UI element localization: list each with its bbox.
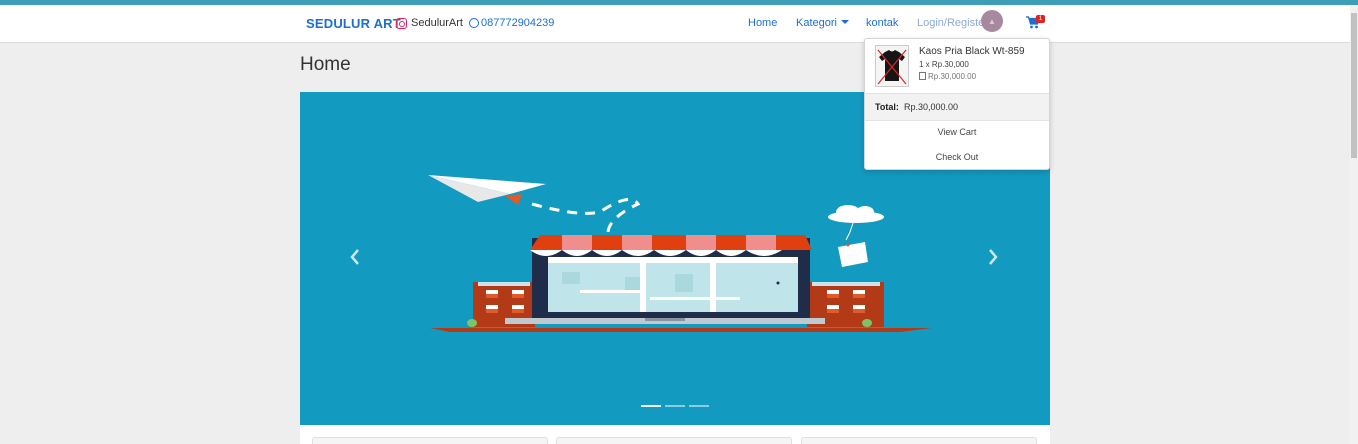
- brand-logo[interactable]: SEDULUR ART: [306, 16, 401, 31]
- cart-button[interactable]: 1: [1026, 15, 1045, 30]
- cart-item-thumbnail: [875, 45, 909, 87]
- whatsapp-icon[interactable]: [468, 18, 479, 28]
- cart-count-badge: 1: [1036, 15, 1045, 23]
- tshirt-icon: [877, 49, 907, 85]
- nav-login-register[interactable]: Login/Register: [917, 17, 988, 29]
- whatsapp-number[interactable]: 087772904239: [481, 17, 554, 29]
- social-links: SedulurArt 087772904239: [396, 17, 554, 29]
- cart-item[interactable]: Kaos Pria Black Wt-859 1 x Rp.30,000 Rp.…: [865, 39, 1049, 93]
- cart-total-label: Total:: [875, 102, 899, 112]
- nav-kontak[interactable]: kontak: [866, 17, 898, 29]
- cart-total-value: Rp.30,000.00: [904, 102, 959, 112]
- cart-item-name: Kaos Pria Black Wt-859: [919, 46, 1025, 57]
- carousel-next-button[interactable]: [986, 247, 1000, 267]
- nav-home[interactable]: Home: [748, 17, 777, 29]
- page-title: Home: [300, 54, 351, 75]
- avatar[interactable]: ▲: [981, 10, 1003, 32]
- product-card[interactable]: [312, 437, 548, 444]
- cart-item-price-value: Rp.30,000.00: [928, 72, 977, 81]
- nav-kategori[interactable]: Kategori: [796, 17, 849, 29]
- carousel-indicator-2[interactable]: [665, 405, 685, 407]
- cart-item-price: Rp.30,000.00: [919, 72, 976, 81]
- product-card[interactable]: [556, 437, 792, 444]
- chevron-down-icon: [840, 20, 849, 24]
- chevron-left-icon: [350, 249, 359, 265]
- calculator-icon: [919, 72, 926, 80]
- navbar: SEDULUR ART SedulurArt 087772904239 Home…: [0, 5, 1350, 43]
- cart-item-quantity: 1 x Rp.30,000: [919, 60, 969, 69]
- scrollbar-thumb[interactable]: [1351, 13, 1357, 158]
- chevron-right-icon: [989, 249, 998, 265]
- cart-dropdown: Kaos Pria Black Wt-859 1 x Rp.30,000 Rp.…: [864, 38, 1050, 170]
- view-cart-link[interactable]: View Cart: [865, 127, 1049, 137]
- nav-kategori-label: Kategori: [796, 17, 837, 29]
- page-scrollbar[interactable]: [1350, 5, 1358, 444]
- instagram-handle[interactable]: SedulurArt: [411, 17, 463, 29]
- product-card[interactable]: [801, 437, 1037, 444]
- check-out-link[interactable]: Check Out: [865, 152, 1049, 162]
- cart-total-row: Total: Rp.30,000.00: [865, 93, 1049, 121]
- carousel-indicator-3[interactable]: [689, 405, 709, 407]
- instagram-icon[interactable]: [396, 17, 407, 29]
- carousel-indicator-1[interactable]: [641, 405, 661, 407]
- carousel-indicators: [641, 405, 709, 407]
- carousel-prev-button[interactable]: [348, 247, 362, 267]
